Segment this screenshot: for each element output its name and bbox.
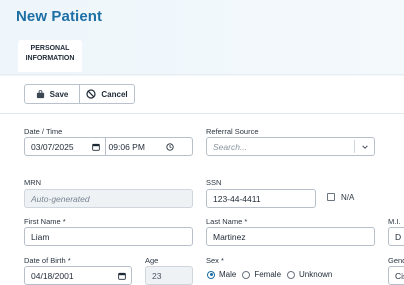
- referral-source-input[interactable]: Search...: [206, 137, 375, 156]
- gender-label: Gend: [388, 256, 404, 265]
- age-field: 23: [145, 266, 193, 285]
- age-value: 23: [152, 270, 162, 281]
- radio-female[interactable]: [242, 270, 251, 279]
- mrn-placeholder: Auto-generated: [31, 193, 90, 204]
- first-name-value: Liam: [31, 231, 50, 242]
- calendar-icon[interactable]: [91, 143, 100, 151]
- gender-value: Cis: [395, 270, 404, 281]
- save-button[interactable]: Save: [25, 85, 80, 103]
- tab-personal-information[interactable]: PERSONAL INFORMATION: [18, 40, 82, 72]
- save-button-label: Save: [49, 89, 69, 99]
- middle-initial-input[interactable]: D: [388, 227, 404, 246]
- referral-source-placeholder: Search...: [213, 141, 248, 152]
- last-name-value: Martinez: [213, 231, 246, 242]
- sex-radio-group: Male Female Unknown: [207, 270, 332, 279]
- ssn-value: 123-44-4411: [213, 193, 261, 204]
- save-icon: [36, 89, 45, 99]
- sex-option-female-label: Female: [254, 270, 282, 279]
- gender-select[interactable]: Cis: [388, 266, 404, 285]
- sex-option-unknown-label: Unknown: [299, 270, 333, 279]
- sex-option-female[interactable]: Female: [242, 270, 281, 279]
- middle-initial-label: M.I.: [388, 217, 401, 226]
- radio-unknown[interactable]: [287, 270, 296, 279]
- sex-label: Sex *: [206, 256, 224, 265]
- sex-option-male[interactable]: Male: [207, 270, 236, 279]
- sex-option-male-label: Male: [219, 270, 237, 279]
- date-value[interactable]: 03/07/2025: [31, 142, 74, 152]
- mrn-field: Auto-generated: [24, 189, 193, 208]
- date-time-field[interactable]: 03/07/2025 09:06 PM: [24, 137, 193, 156]
- date-of-birth-value: 04/18/2001: [31, 270, 74, 281]
- cancel-button[interactable]: Cancel: [80, 85, 134, 103]
- radio-male[interactable]: [207, 270, 215, 279]
- referral-source-label: Referral Source: [206, 127, 259, 136]
- clock-icon[interactable]: [166, 142, 174, 151]
- dropdown-separator: [354, 140, 355, 153]
- cancel-icon: [86, 89, 96, 99]
- ssn-label: SSN: [206, 178, 222, 187]
- tab-divider: [0, 74, 404, 75]
- age-label: Age: [145, 256, 159, 265]
- page-title: New Patient: [16, 8, 103, 25]
- date-time-separator: [104, 138, 106, 155]
- first-name-label: First Name *: [24, 217, 66, 226]
- cancel-button-label: Cancel: [101, 89, 128, 99]
- action-button-group: Save Cancel: [24, 84, 135, 104]
- ssn-na-checkbox[interactable]: [327, 193, 335, 201]
- last-name-input[interactable]: Martinez: [206, 227, 375, 246]
- first-name-input[interactable]: Liam: [24, 227, 193, 246]
- mrn-label: MRN: [24, 178, 42, 187]
- ssn-input[interactable]: 123-44-4411: [206, 189, 316, 208]
- middle-initial-value: D: [395, 231, 402, 242]
- section-divider: [0, 113, 404, 114]
- ssn-na-label: N/A: [341, 193, 355, 202]
- date-time-label: Date / Time: [24, 127, 63, 136]
- date-of-birth-label: Date of Birth *: [24, 256, 71, 265]
- sex-option-unknown[interactable]: Unknown: [287, 270, 332, 279]
- time-value[interactable]: 09:06 PM: [109, 142, 145, 152]
- chevron-down-icon[interactable]: [361, 143, 369, 151]
- calendar-icon[interactable]: [118, 272, 126, 280]
- last-name-label: Last Name *: [206, 217, 248, 226]
- date-of-birth-input[interactable]: 04/18/2001: [24, 266, 132, 285]
